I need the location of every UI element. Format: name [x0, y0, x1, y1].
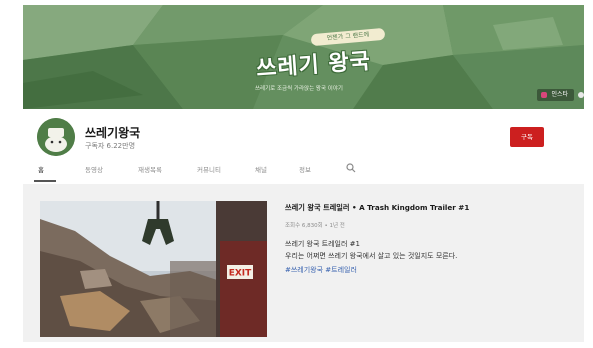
- channel-tabs: 홈 동영상 재생목록 커뮤니티 채널 정보: [30, 160, 570, 182]
- instagram-icon: [541, 92, 548, 98]
- tab-channels[interactable]: 채널: [255, 164, 267, 174]
- instagram-link[interactable]: 인스타: [537, 89, 584, 101]
- active-tab-indicator: [34, 180, 56, 182]
- channel-name: 쓰레기왕국: [85, 126, 141, 140]
- video-meta: 조회수 6,830회 • 1년 전: [285, 223, 345, 229]
- video-description-line-1: 쓰레기 왕국 트레일러 #1: [285, 240, 360, 248]
- more-links-icon[interactable]: [578, 92, 584, 98]
- search-icon[interactable]: [346, 163, 356, 173]
- video-description-line-2: 우리는 어쩌면 쓰레기 왕국에서 살고 있는 것일지도 모른다.: [285, 252, 458, 260]
- exit-sign-label: EXIT: [229, 269, 252, 279]
- tab-community[interactable]: 커뮤니티: [197, 164, 221, 174]
- banner-tagline: 쓰레기로 조금씩 가라앉는 왕국 이야기: [255, 86, 343, 92]
- video-title[interactable]: 쓰레기 왕국 트레일러 • A Trash Kingdom Trailer #1: [285, 203, 469, 213]
- cat-avatar-icon: [37, 118, 75, 156]
- video-hashtags[interactable]: #쓰레기왕국 #트레일러: [285, 265, 357, 275]
- tab-home[interactable]: 홈: [38, 164, 44, 174]
- featured-video-section: EXIT 쓰레기 왕국 트레일러 • A Trash Kingdom Trail…: [23, 184, 584, 342]
- tab-playlists[interactable]: 재생목록: [138, 164, 162, 174]
- junkyard-scene-image: EXIT: [40, 201, 267, 337]
- channel-avatar[interactable]: [37, 118, 75, 156]
- instagram-link-label: 인스타: [551, 91, 568, 98]
- tab-videos[interactable]: 동영상: [85, 164, 103, 174]
- tab-about[interactable]: 정보: [299, 164, 311, 174]
- subscriber-count: 구독자 6.22만명: [85, 142, 136, 150]
- video-thumbnail[interactable]: EXIT: [40, 201, 267, 337]
- channel-banner: 언젠가 그 랜드에 쓰레기 왕국 쓰레기로 조금씩 가라앉는 왕국 이야기 인스…: [23, 5, 584, 109]
- subscribe-button[interactable]: 구독: [510, 127, 544, 147]
